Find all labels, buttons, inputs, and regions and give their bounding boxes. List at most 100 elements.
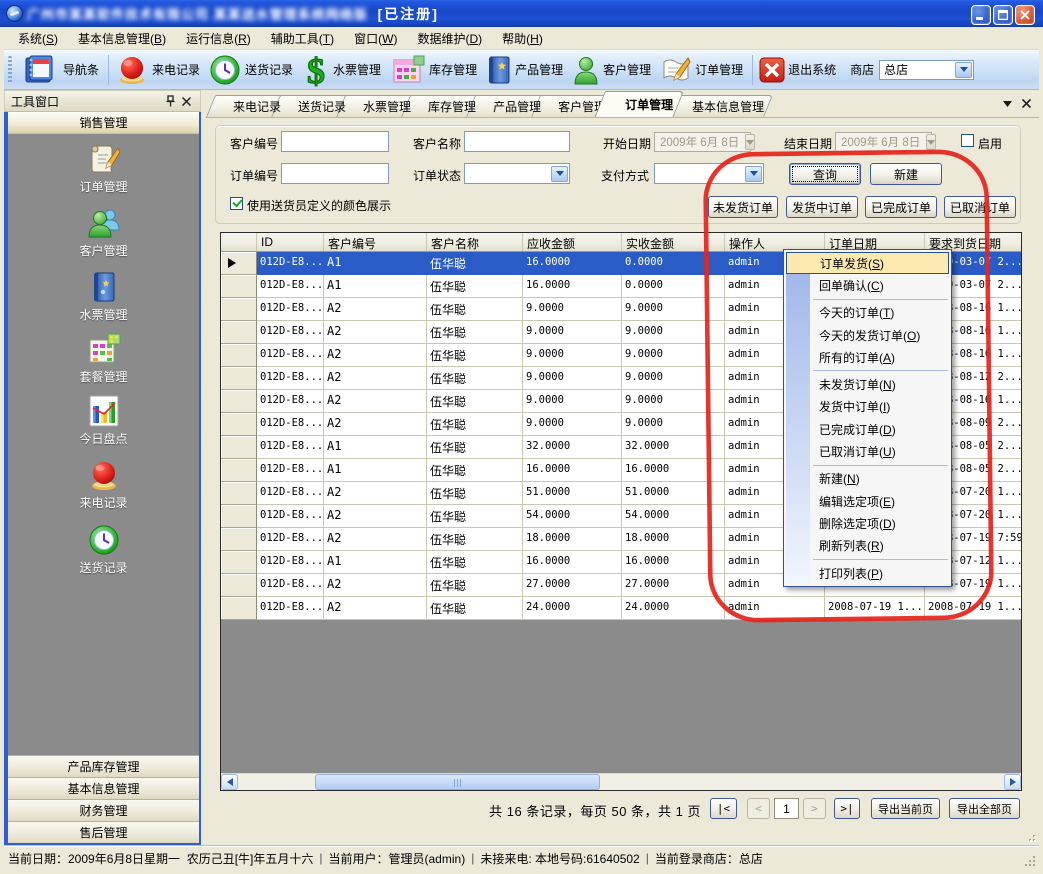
toolbar-button-inventory[interactable]: 库存管理 xyxy=(387,52,483,88)
table-column-header[interactable]: ID xyxy=(257,233,324,251)
tab[interactable]: 来电记录 xyxy=(215,95,290,117)
menu-item[interactable]: 系统(S) xyxy=(8,27,68,50)
menu-item[interactable]: 帮助(H) xyxy=(492,27,553,50)
last-page-button[interactable]: >| xyxy=(834,798,860,819)
enable-checkbox[interactable] xyxy=(961,134,974,147)
sidebar-item-package-management[interactable]: 套餐管理 xyxy=(8,332,199,385)
row-selector-cell[interactable] xyxy=(221,459,257,482)
chevron-down-icon[interactable] xyxy=(745,166,762,182)
close-tool-window-icon[interactable] xyxy=(178,94,194,108)
scroll-right-button[interactable] xyxy=(1004,774,1021,790)
export-all-pages-button[interactable]: 导出全部页 xyxy=(949,798,1020,819)
tab-list-dropdown-icon[interactable] xyxy=(1003,101,1012,107)
sidebar-group-sales[interactable]: 销售管理 xyxy=(8,112,199,134)
toolbar-button-products[interactable]: 产品管理 xyxy=(483,52,569,88)
menu-item[interactable]: 基本信息管理(B) xyxy=(68,27,176,50)
toolbar-button-delivery-records[interactable]: 送货记录 xyxy=(206,52,299,88)
context-menu-item[interactable]: 刷新列表(R) xyxy=(785,535,950,557)
close-button[interactable] xyxy=(1015,5,1035,25)
scroll-left-button[interactable] xyxy=(221,774,238,790)
table-column-header[interactable]: 客户名称 xyxy=(427,233,523,251)
row-selector-cell[interactable] xyxy=(221,528,257,551)
chevron-down-icon[interactable] xyxy=(955,62,972,78)
toolbar-grip[interactable] xyxy=(8,56,12,84)
tab[interactable]: 订单管理 xyxy=(605,91,684,117)
row-selector-cell[interactable] xyxy=(221,390,257,413)
window-resize-grip[interactable] xyxy=(1024,855,1037,868)
menu-item[interactable]: 数据维护(D) xyxy=(407,27,492,50)
toolbar-button-exit[interactable]: 退出系统 xyxy=(756,55,842,85)
sidebar-item-order-management[interactable]: 订单管理 xyxy=(8,142,199,195)
row-selector-cell[interactable] xyxy=(221,597,257,620)
start-date-picker[interactable]: 2009年 6月 8日 xyxy=(654,132,751,152)
end-date-picker[interactable]: 2009年 6月 8日 xyxy=(835,132,932,152)
tab[interactable]: 产品管理 xyxy=(475,95,550,117)
customer-name-input[interactable] xyxy=(464,131,570,152)
sidebar-group-button[interactable]: 财务管理 xyxy=(8,799,199,821)
row-selector-cell[interactable] xyxy=(221,344,257,367)
toolbar-button-navigator[interactable]: 导航条 xyxy=(17,52,105,88)
close-tab-icon[interactable] xyxy=(1022,99,1031,108)
order-no-input[interactable] xyxy=(281,163,389,184)
next-page-button[interactable]: > xyxy=(803,798,826,819)
menu-item[interactable]: 辅助工具(T) xyxy=(261,27,344,50)
context-menu-item[interactable]: 打印列表(P) xyxy=(785,562,950,584)
context-menu-item[interactable]: 订单发货(S) xyxy=(786,252,949,274)
tab[interactable]: 送货记录 xyxy=(280,95,355,117)
sidebar-item-daily-inventory[interactable]: 今日盘点 xyxy=(8,394,199,447)
context-menu-item[interactable]: 已取消订单(U) xyxy=(785,440,950,462)
filter-cancelled-orders-button[interactable]: 已取消订单 xyxy=(944,196,1016,218)
table-column-header[interactable] xyxy=(221,233,257,251)
sidebar-group-button[interactable]: 产品库存管理 xyxy=(8,755,199,777)
scrollbar-thumb[interactable] xyxy=(315,774,600,790)
tab[interactable]: 基本信息管理 xyxy=(674,95,773,117)
context-menu-item[interactable]: 已完成订单(D) xyxy=(785,418,950,440)
chevron-down-icon[interactable] xyxy=(551,166,568,182)
sidebar-item-water-ticket-management[interactable]: 水票管理 xyxy=(8,270,199,323)
customer-no-input[interactable] xyxy=(281,131,389,152)
sidebar-item-customer-management[interactable]: 客户管理 xyxy=(8,206,199,259)
shop-select[interactable]: 总店 xyxy=(879,60,974,80)
row-selector-cell[interactable] xyxy=(221,321,257,344)
table-row[interactable]: 012D-E8... A2 伍华聪 24.0000 24.0000 admin … xyxy=(221,597,1021,620)
tab[interactable]: 库存管理 xyxy=(410,95,485,117)
maximize-button[interactable] xyxy=(993,5,1013,25)
context-menu-item[interactable]: 编辑选定项(E) xyxy=(785,490,950,512)
row-selector-cell[interactable] xyxy=(221,298,257,321)
panel-resize-grip[interactable] xyxy=(1025,831,1037,843)
row-selector-cell[interactable] xyxy=(221,436,257,459)
context-menu-item[interactable]: 新建(N) xyxy=(785,468,950,490)
row-selector-cell[interactable] xyxy=(221,367,257,390)
tab[interactable]: 水票管理 xyxy=(345,95,420,117)
delivery-color-checkbox[interactable] xyxy=(230,197,243,210)
filter-shipping-orders-button[interactable]: 发货中订单 xyxy=(786,196,858,218)
context-menu-item[interactable]: 回单确认(C) xyxy=(785,274,950,296)
sidebar-item-delivery-records[interactable]: 送货记录 xyxy=(8,523,199,576)
context-menu-item[interactable]: 删除选定项(D) xyxy=(785,512,950,534)
sidebar-item-incoming-calls[interactable]: 来电记录 xyxy=(8,458,199,511)
toolbar-button-orders[interactable]: 订单管理 xyxy=(657,52,749,88)
first-page-button[interactable]: |< xyxy=(710,798,737,819)
context-menu-item[interactable]: 未发货订单(N) xyxy=(785,373,950,395)
export-current-page-button[interactable]: 导出当前页 xyxy=(871,798,940,819)
sidebar-group-button[interactable]: 基本信息管理 xyxy=(8,777,199,799)
minimize-button[interactable] xyxy=(971,5,991,25)
row-selector-cell[interactable] xyxy=(221,275,257,298)
row-selector-cell[interactable] xyxy=(221,482,257,505)
table-column-header[interactable]: 客户编号 xyxy=(324,233,427,251)
row-selector-cell[interactable] xyxy=(221,252,257,275)
row-selector-cell[interactable] xyxy=(221,505,257,528)
menu-item[interactable]: 运行信息(R) xyxy=(176,27,261,50)
prev-page-button[interactable]: < xyxy=(747,798,770,819)
toolbar-button-customers[interactable]: 客户管理 xyxy=(569,52,657,88)
filter-unshipped-orders-button[interactable]: 未发货订单 xyxy=(708,196,778,218)
context-menu-item[interactable]: 发货中订单(I) xyxy=(785,396,950,418)
filter-completed-orders-button[interactable]: 已完成订单 xyxy=(865,196,937,218)
page-number-input[interactable]: 1 xyxy=(774,798,799,819)
toolbar-button-incoming-calls[interactable]: 来电记录 xyxy=(112,52,206,88)
context-menu-item[interactable]: 今天的订单(T) xyxy=(785,302,950,324)
row-selector-cell[interactable] xyxy=(221,574,257,597)
new-button[interactable]: 新建 xyxy=(870,163,942,185)
menu-item[interactable]: 窗口(W) xyxy=(344,27,407,50)
order-state-select[interactable] xyxy=(464,163,570,184)
